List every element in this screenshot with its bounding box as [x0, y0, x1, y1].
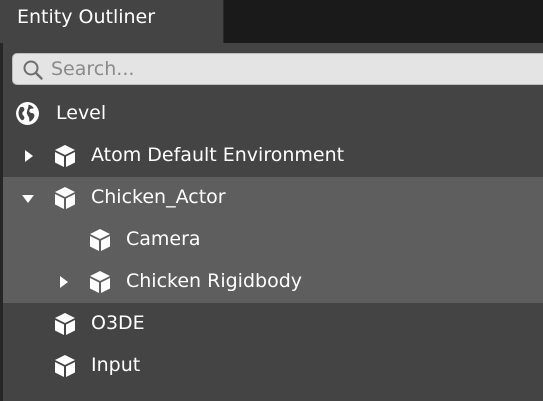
tree-item-level[interactable]: Level [3, 93, 543, 135]
tree-item-camera[interactable]: Camera [3, 219, 543, 261]
entity-cube-icon [55, 355, 75, 377]
collapse-arrow-icon[interactable] [22, 195, 34, 203]
tree-item-label: Level [56, 102, 107, 124]
tree-item-label: Chicken Rigidbody [126, 270, 303, 292]
tree-item-label: O3DE [91, 312, 145, 334]
tree-item-label: Input [91, 354, 141, 376]
entity-cube-icon [55, 145, 75, 167]
search-input[interactable] [51, 54, 531, 84]
tree-item-chicken-rigidbody[interactable]: Chicken Rigidbody [3, 261, 543, 303]
tab-entity-outliner[interactable]: Entity Outliner [0, 0, 224, 43]
tree-item-chicken-actor[interactable]: Chicken_Actor [3, 177, 543, 219]
globe-icon [16, 102, 39, 125]
entity-cube-icon [90, 271, 110, 293]
entity-cube-icon [55, 313, 75, 335]
tree-item-atom-default-environment[interactable]: Atom Default Environment [3, 135, 543, 177]
tree-item-label: Chicken_Actor [91, 186, 226, 208]
entity-cube-icon [90, 229, 110, 251]
search-box[interactable] [12, 53, 543, 85]
tree-item-label: Camera [126, 228, 201, 250]
entity-outliner-panel: Entity Outliner Level Atom Default Envir… [0, 0, 543, 401]
expand-arrow-icon[interactable] [60, 276, 68, 288]
tab-strip: Entity Outliner [0, 0, 543, 43]
tree-item-label: Atom Default Environment [91, 144, 345, 166]
tree-item-input[interactable]: Input [3, 345, 543, 387]
expand-arrow-icon[interactable] [25, 150, 33, 162]
panel-title: Entity Outliner [17, 6, 156, 28]
tree-item-o3de[interactable]: O3DE [3, 303, 543, 345]
search-icon [23, 60, 43, 80]
entity-cube-icon [55, 187, 75, 209]
